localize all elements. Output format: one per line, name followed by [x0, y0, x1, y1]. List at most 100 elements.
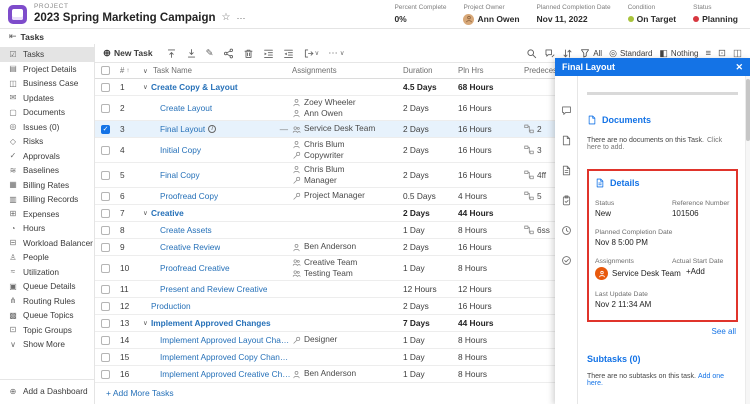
collapse-icon[interactable]: ∨: [143, 83, 151, 91]
sidebar-item-expenses[interactable]: ⊞Expenses: [0, 207, 94, 222]
column-header-number[interactable]: #↑: [117, 66, 143, 75]
sidebar-item-billing-records[interactable]: ▥Billing Records: [0, 192, 94, 207]
row-checkbox[interactable]: [101, 319, 110, 328]
grouping-control[interactable]: ◧ Nothing: [659, 48, 698, 59]
more-menu-icon[interactable]: ⋯: [236, 14, 246, 23]
collapse-all-icon[interactable]: ∨: [143, 67, 151, 75]
row-checkbox[interactable]: [101, 243, 110, 252]
row-checkbox[interactable]: [101, 83, 110, 92]
add-dashboard-button[interactable]: ⊕ Add a Dashboard: [0, 379, 94, 404]
view-control[interactable]: ◎ Standard: [609, 48, 652, 59]
panel-scrollbar[interactable]: [745, 76, 750, 404]
task-name-link[interactable]: Implement Approved Copy Changes: [160, 352, 292, 362]
row-checkbox[interactable]: [101, 285, 110, 294]
details-tab-icon[interactable]: [561, 162, 572, 180]
list-view-icon[interactable]: ≡: [706, 48, 712, 59]
approvals-tab-icon[interactable]: [561, 252, 572, 270]
collapse-icon[interactable]: ∨: [143, 209, 151, 217]
task-name-link[interactable]: Create Copy & Layout: [151, 82, 238, 92]
collapse-icon[interactable]: ∨: [143, 319, 151, 327]
row-checkbox[interactable]: [101, 370, 110, 379]
documents-tab-icon[interactable]: [561, 132, 572, 150]
column-header-assignments[interactable]: Assignments: [292, 66, 403, 75]
scrollbar-thumb[interactable]: [746, 79, 750, 141]
sort-icon[interactable]: [562, 48, 573, 59]
row-checkbox[interactable]: [101, 302, 110, 311]
delete-icon[interactable]: [243, 48, 254, 59]
row-checkbox[interactable]: [101, 353, 110, 362]
outdent-icon[interactable]: [283, 48, 294, 59]
column-header-pln-hrs[interactable]: Pln Hrs: [458, 66, 522, 75]
row-checkbox[interactable]: [101, 192, 110, 201]
open-panel-icon[interactable]: ◫: [733, 48, 742, 59]
task-name-link[interactable]: Create Assets: [160, 225, 212, 235]
filter-control[interactable]: All: [580, 48, 602, 58]
sidebar-item-business-case[interactable]: ◫Business Case: [0, 76, 94, 91]
search-icon[interactable]: [526, 48, 537, 59]
breadcrumb[interactable]: ⇤ Tasks: [0, 29, 750, 44]
column-header-duration[interactable]: Duration: [403, 66, 458, 75]
sidebar-item-baselines[interactable]: ≋Baselines: [0, 163, 94, 178]
task-name-link[interactable]: Implement Approved Layout Changes: [160, 335, 292, 345]
sidebar-item-queue-topics[interactable]: ▩Queue Topics: [0, 308, 94, 323]
row-checkbox[interactable]: ✓: [101, 125, 110, 134]
row-checkbox[interactable]: [101, 104, 110, 113]
back-to-list-icon[interactable]: ⇤: [9, 31, 17, 42]
sidebar-item-issues-0[interactable]: ◎Issues (0): [0, 120, 94, 135]
task-name-link[interactable]: Creative: [151, 208, 184, 218]
task-name-link[interactable]: Proofread Creative: [160, 263, 230, 273]
row-checkbox[interactable]: [101, 146, 110, 155]
sidebar-item-billing-rates[interactable]: ▦Billing Rates: [0, 178, 94, 193]
sidebar-item-tasks[interactable]: ☑Tasks: [0, 47, 94, 62]
task-name-link[interactable]: Final Copy: [160, 170, 200, 180]
task-name-link[interactable]: Present and Review Creative: [160, 284, 267, 294]
sidebar-item-show-more[interactable]: ∨Show More: [0, 337, 94, 352]
share-icon[interactable]: [223, 48, 234, 59]
sidebar-item-routing-rules[interactable]: ⋔Routing Rules: [0, 294, 94, 309]
sidebar-item-updates[interactable]: ✉Updates: [0, 91, 94, 106]
column-header-task-name[interactable]: ∨Task Name: [143, 66, 292, 75]
task-name-link[interactable]: Initial Copy: [160, 145, 201, 155]
add-actual-start-link[interactable]: +Add: [672, 267, 730, 276]
sidebar-item-risks[interactable]: ◇Risks: [0, 134, 94, 149]
quick-edit-icon[interactable]: [544, 48, 555, 59]
sidebar-item-workload-balancer[interactable]: ⊟Workload Balancer: [0, 236, 94, 251]
hours-tab-icon[interactable]: [561, 222, 572, 240]
sidebar-item-documents[interactable]: ▢Documents: [0, 105, 94, 120]
sidebar-item-people[interactable]: ♙People: [0, 250, 94, 265]
indent-icon[interactable]: [263, 48, 274, 59]
task-name-link[interactable]: Production: [151, 301, 191, 311]
sidebar-item-topic-groups[interactable]: ⊡Topic Groups: [0, 323, 94, 338]
task-name-link[interactable]: Proofread Copy: [160, 191, 218, 201]
task-name-link[interactable]: Implement Approved Changes: [151, 318, 271, 328]
toolbar-more-button[interactable]: ⋯∨: [328, 48, 344, 59]
new-task-button[interactable]: ⊕ New Task: [103, 48, 153, 59]
sidebar-item-approvals[interactable]: ✓Approvals: [0, 149, 94, 164]
row-checkbox[interactable]: [101, 171, 110, 180]
export-button[interactable]: ∨: [303, 48, 320, 59]
task-name-link[interactable]: Implement Approved Creative Changes: [160, 369, 292, 379]
edit-icon[interactable]: ✎: [206, 48, 214, 59]
updates-tab-icon[interactable]: [561, 102, 572, 120]
insert-task-below-button[interactable]: [186, 48, 197, 59]
sidebar-item-hours[interactable]: ◔Hours: [0, 221, 94, 236]
select-all-checkbox[interactable]: [101, 66, 110, 75]
row-checkbox[interactable]: [101, 336, 110, 345]
insert-task-above-button[interactable]: [166, 48, 177, 59]
subtasks-tab-icon[interactable]: [561, 192, 572, 210]
info-icon[interactable]: i: [208, 125, 216, 133]
row-checkbox[interactable]: [101, 264, 110, 273]
sidebar-item-queue-details[interactable]: ▣Queue Details: [0, 279, 94, 294]
see-all-link[interactable]: See all: [587, 327, 736, 336]
task-name-link[interactable]: Creative Review: [160, 242, 220, 252]
close-icon[interactable]: ✕: [735, 62, 743, 73]
row-checkbox[interactable]: [101, 226, 110, 235]
row-checkbox[interactable]: [101, 209, 110, 218]
sidebar-item-project-details[interactable]: ▤Project Details: [0, 62, 94, 77]
task-name-link[interactable]: Final Layout: [160, 124, 205, 134]
favorite-star-icon[interactable]: ☆: [222, 13, 231, 23]
field-status: Status New: [595, 200, 672, 218]
sidebar-item-utilization[interactable]: ≈Utilization: [0, 265, 94, 280]
task-name-link[interactable]: Create Layout: [160, 103, 212, 113]
list-settings-icon[interactable]: ⊡: [718, 48, 726, 59]
